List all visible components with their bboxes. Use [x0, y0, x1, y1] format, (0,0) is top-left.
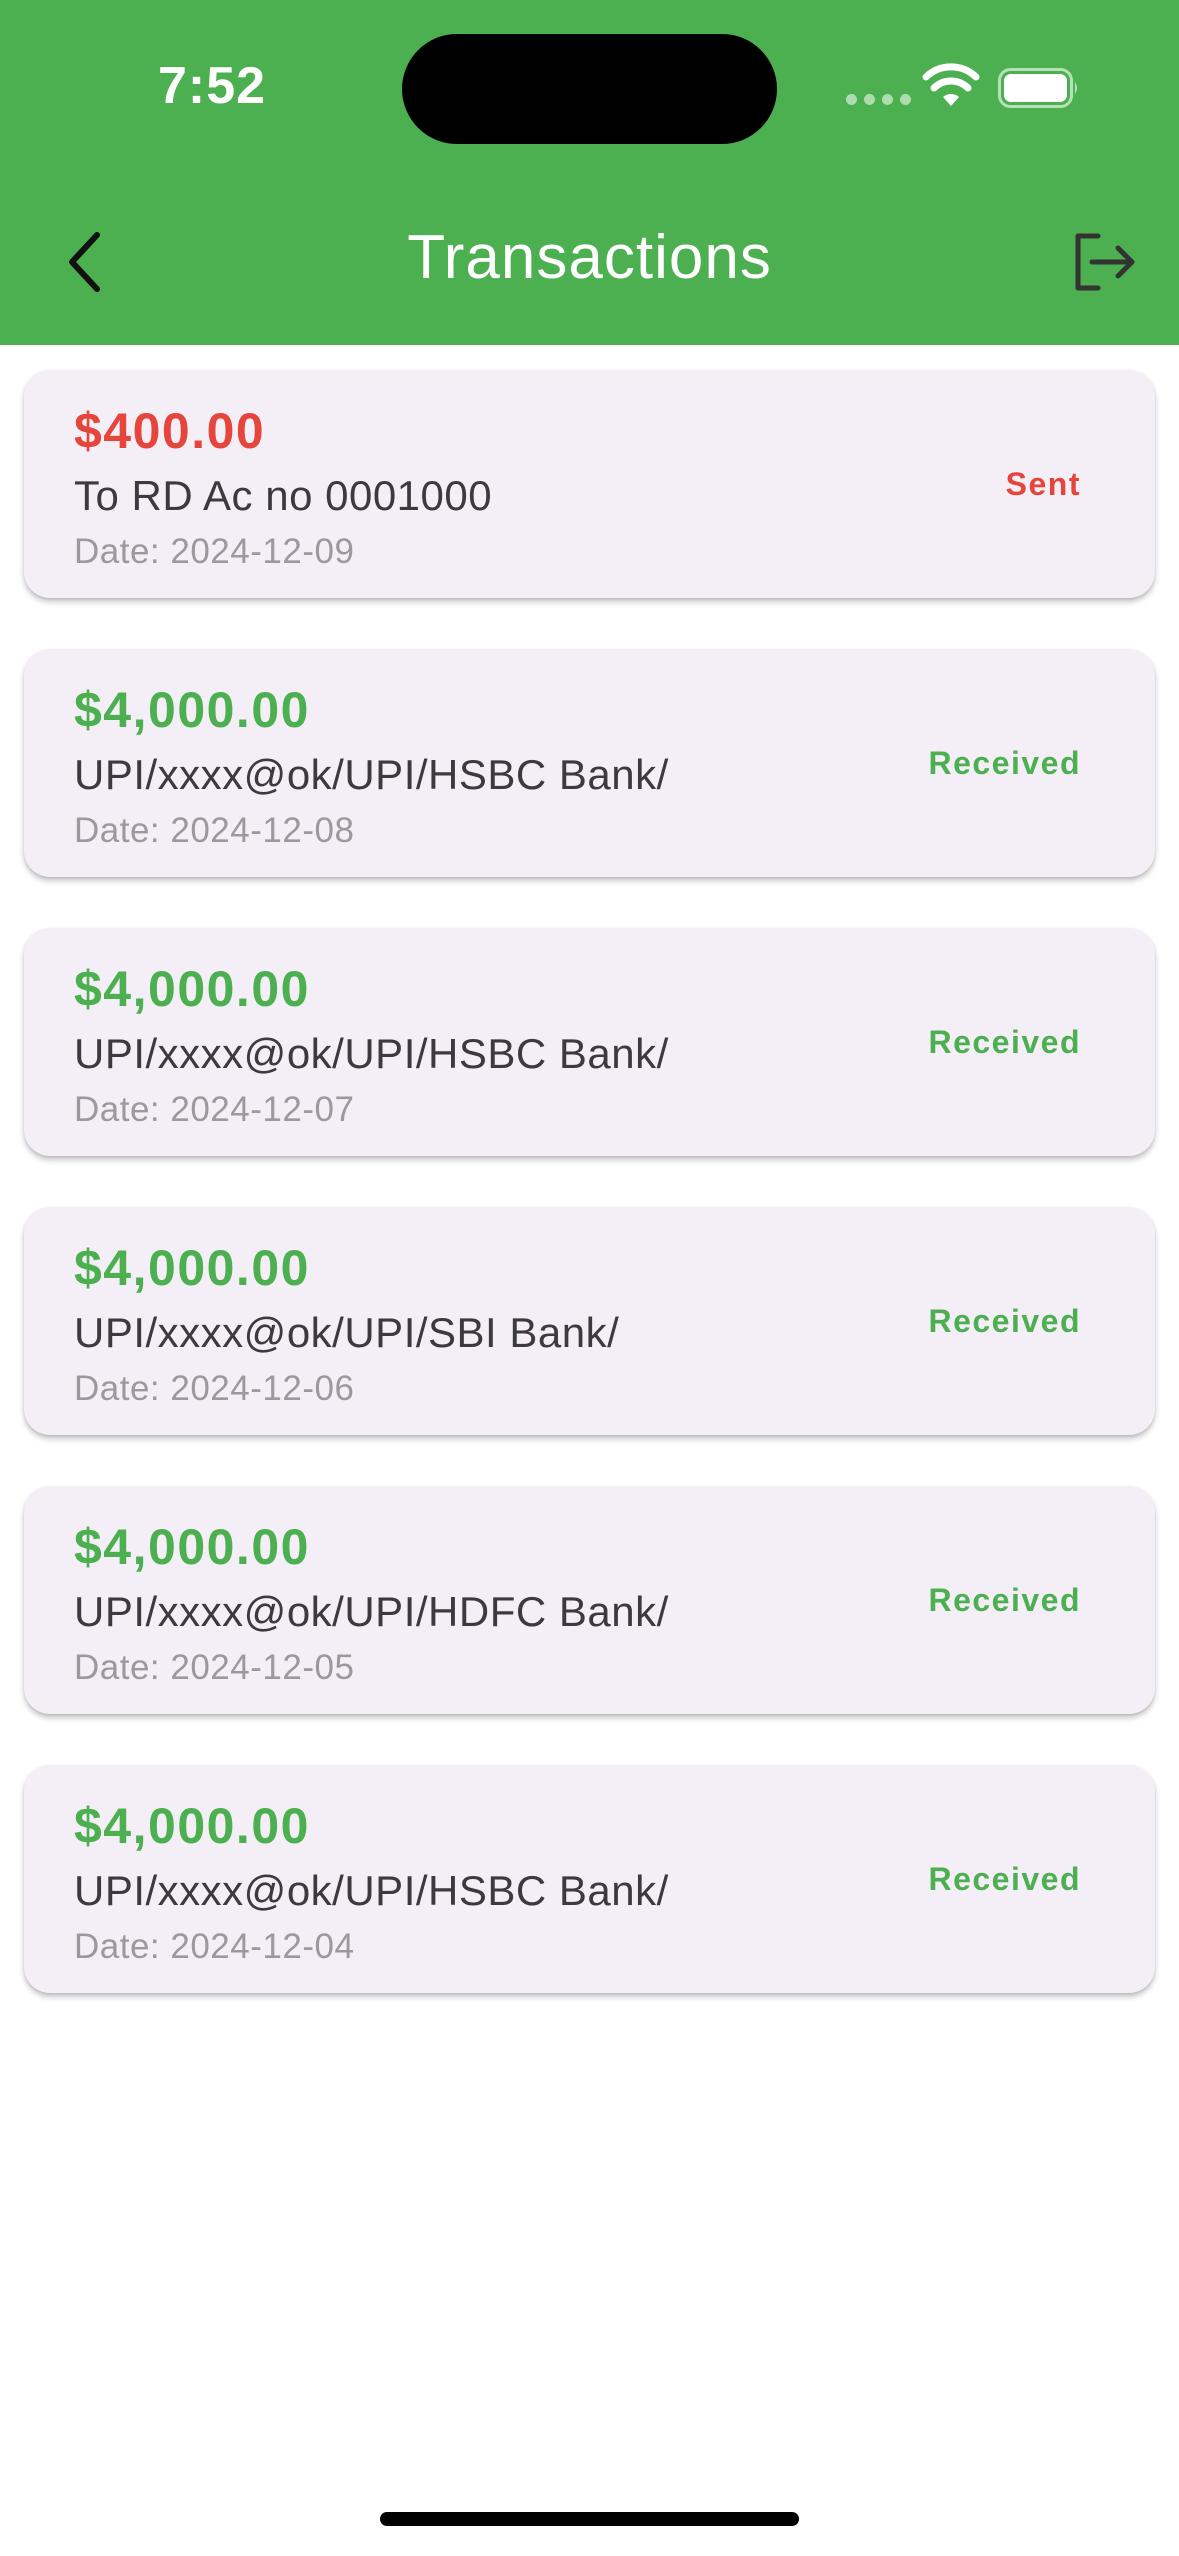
- transaction-amount: $4,000.00: [74, 682, 310, 738]
- transaction-description: UPI/xxxx@ok/UPI/SBI Bank/: [74, 1309, 620, 1356]
- transaction-description: UPI/xxxx@ok/UPI/HDFC Bank/: [74, 1588, 669, 1635]
- transaction-date: Date: 2024-12-06: [74, 1369, 355, 1408]
- transaction-amount: $4,000.00: [74, 1798, 310, 1854]
- transaction-description: To RD Ac no 0001000: [74, 472, 493, 519]
- transaction-description: UPI/xxxx@ok/UPI/HSBC Bank/: [74, 751, 669, 798]
- wifi-icon: [922, 63, 980, 106]
- logout-button[interactable]: [1068, 226, 1140, 298]
- transaction-status: Received: [928, 1303, 1081, 1339]
- transaction-list: $400.00 To RD Ac no 0001000 Date: 2024-12-…: [24, 370, 1155, 2044]
- transaction-date: Date: 2024-12-08: [74, 811, 355, 850]
- transaction-card[interactable]: $4,000.00 UPI/xxxx@ok/UPI/HDFC Bank/Date:…: [24, 1486, 1155, 1714]
- transaction-amount: $400.00: [74, 403, 266, 459]
- battery-icon: [998, 68, 1077, 108]
- transaction-date: Date: 2024-12-09: [74, 532, 355, 571]
- status-bar-time: 7:52: [158, 57, 267, 115]
- transaction-amount: $4,000.00: [74, 1519, 310, 1575]
- transaction-date: Date: 2024-12-04: [74, 1927, 355, 1966]
- app-header: 7:52 Transactions: [0, 0, 1179, 345]
- transaction-description: UPI/xxxx@ok/UPI/HSBC Bank/: [74, 1867, 669, 1914]
- transaction-card[interactable]: $4,000.00 UPI/xxxx@ok/UPI/HSBC Bank/Date:…: [24, 649, 1155, 877]
- transaction-status: Sent: [1005, 466, 1081, 502]
- transaction-status: Received: [928, 1024, 1081, 1060]
- transaction-amount: $4,000.00: [74, 1240, 310, 1296]
- page-title: Transactions: [407, 223, 772, 292]
- transaction-date: Date: 2024-12-07: [74, 1090, 355, 1129]
- dynamic-island: [402, 34, 777, 144]
- logout-icon: [1075, 233, 1135, 291]
- transaction-amount: $4,000.00: [74, 961, 310, 1017]
- transaction-card[interactable]: $400.00 To RD Ac no 0001000 Date: 2024-12-…: [24, 370, 1155, 598]
- cellular-signal-icon: [846, 94, 911, 105]
- transaction-status: Received: [928, 1861, 1081, 1897]
- transaction-card[interactable]: $4,000.00 UPI/xxxx@ok/UPI/HSBC Bank/Date:…: [24, 1765, 1155, 1993]
- home-indicator: [380, 2512, 799, 2526]
- transaction-status: Received: [928, 745, 1081, 781]
- transaction-status: Received: [928, 1582, 1081, 1618]
- transaction-card[interactable]: $4,000.00 UPI/xxxx@ok/UPI/HSBC Bank/Date:…: [24, 928, 1155, 1156]
- transaction-card[interactable]: $4,000.00 UPI/xxxx@ok/UPI/SBI Bank/Date: …: [24, 1207, 1155, 1435]
- transaction-date: Date: 2024-12-05: [74, 1648, 355, 1687]
- transaction-description: UPI/xxxx@ok/UPI/HSBC Bank/: [74, 1030, 669, 1077]
